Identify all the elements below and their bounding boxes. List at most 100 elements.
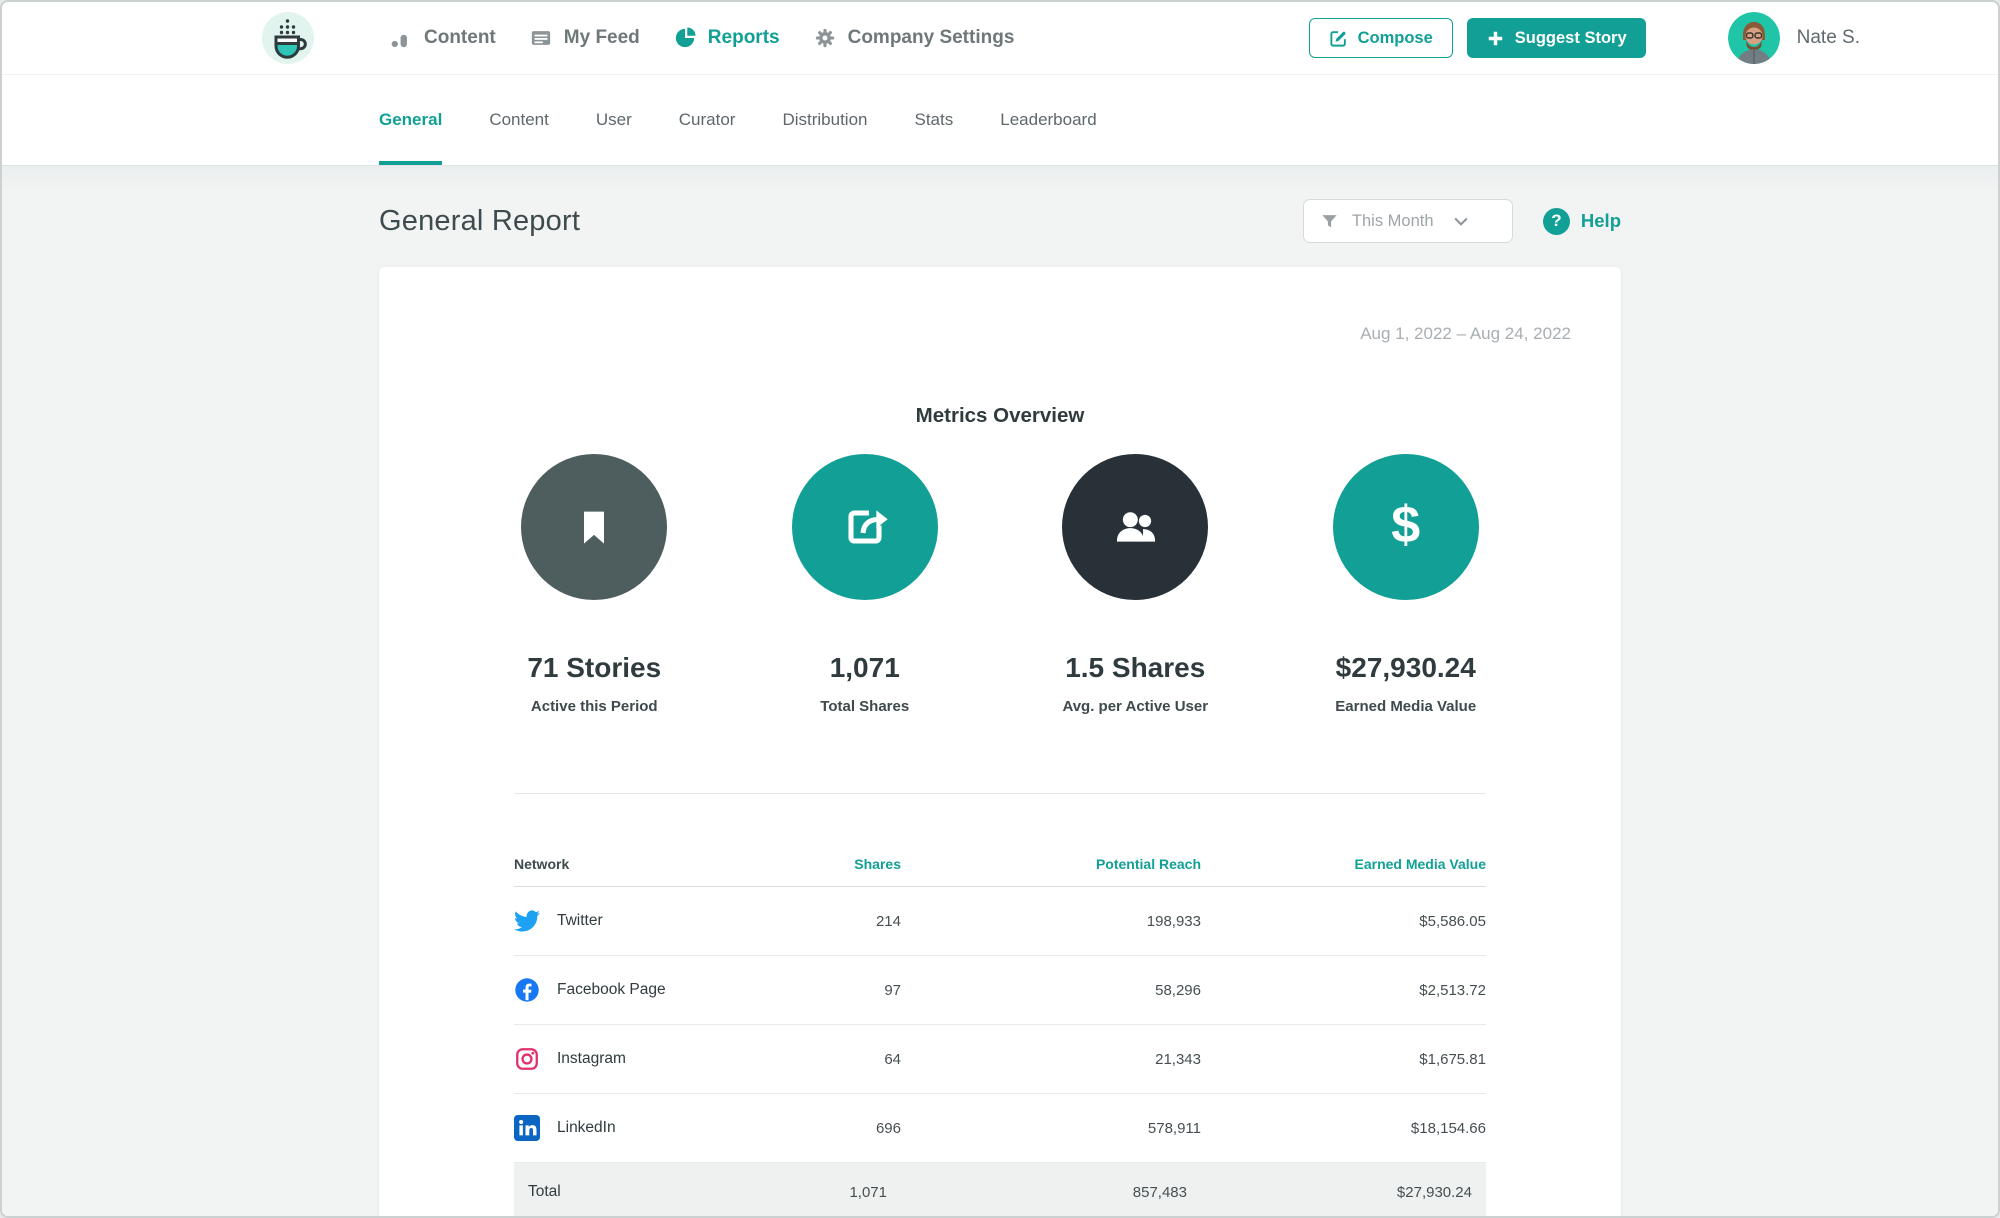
- tab-label: Distribution: [782, 110, 868, 129]
- tab-label: Curator: [678, 110, 736, 129]
- network-name: Facebook Page: [557, 981, 666, 998]
- table-total-row: Total 1,071 857,483 $27,930.24: [514, 1163, 1486, 1216]
- tab-label: General: [379, 110, 443, 129]
- general-report-card: Aug 1, 2022 – Aug 24, 2022 Metrics Overv…: [379, 267, 1621, 1216]
- table-header-row: Network Shares Potential Reach Earned Me…: [514, 842, 1486, 887]
- dollar-glyph: $: [1391, 496, 1421, 554]
- coffee-cup-logo-icon: [262, 12, 314, 64]
- compose-label: Compose: [1357, 28, 1433, 47]
- total-reach: 857,483: [1132, 1183, 1187, 1201]
- bar-chart-icon: [391, 34, 407, 48]
- gear-icon: [815, 28, 834, 48]
- metric-value: 71 Stories: [527, 652, 662, 683]
- suggest-story-button[interactable]: Suggest Story: [1466, 18, 1646, 58]
- nav-item-content[interactable]: Content: [390, 27, 496, 49]
- report-page: General Report This Month ? Help Aug 1, …: [2, 166, 1998, 1216]
- network-table: Network Shares Potential Reach Earned Me…: [514, 842, 1486, 1216]
- metric-value: 1,071: [829, 652, 900, 683]
- shares-value: 696: [875, 1119, 901, 1137]
- report-header: General Report This Month ? Help: [379, 199, 1621, 243]
- twitter-icon: [514, 910, 540, 932]
- question-circle-icon: ?: [1542, 207, 1570, 235]
- tab-distribution[interactable]: Distribution: [782, 75, 867, 165]
- user-avatar[interactable]: [1727, 12, 1780, 64]
- tab-leaderboard[interactable]: Leaderboard: [1000, 75, 1096, 165]
- col-network: Network: [514, 856, 570, 872]
- chevron-down-icon: [1453, 217, 1468, 226]
- network-name: LinkedIn: [557, 1119, 616, 1136]
- brand-logo[interactable]: [262, 12, 314, 64]
- nav-item-company-settings[interactable]: Company Settings: [814, 27, 1015, 49]
- table-row-instagram: Instagram 64 21,343 $1,675.81: [514, 1025, 1486, 1094]
- nav-label: Reports: [707, 27, 780, 48]
- col-shares: Shares: [854, 856, 901, 872]
- section-divider: [514, 793, 1486, 794]
- user-name[interactable]: Nate S.: [1797, 27, 1860, 49]
- nav-item-my-feed[interactable]: My Feed: [530, 27, 640, 49]
- shares-value: 97: [884, 981, 901, 999]
- tab-label: Stats: [914, 110, 954, 129]
- users-icon: [1062, 454, 1209, 600]
- instagram-icon: [516, 1048, 538, 1070]
- emv-value: $5,586.05: [1419, 912, 1486, 930]
- report-tools: This Month ? Help: [1302, 199, 1621, 243]
- network-name: Instagram: [557, 1050, 626, 1067]
- col-earned-media-value: Earned Media Value: [1354, 856, 1487, 872]
- metric-label: Active this Period: [530, 698, 658, 715]
- shares-value: 64: [884, 1050, 901, 1068]
- reach-value: 58,296: [1155, 981, 1201, 999]
- app-window: Content My Feed Reports Company Settings…: [0, 0, 2000, 1218]
- emv-value: $18,154.66: [1410, 1119, 1486, 1137]
- metric-total-shares: 1,071 Total Shares: [730, 454, 1001, 715]
- nav-label: Company Settings: [847, 27, 1015, 48]
- share-icon: [791, 454, 938, 600]
- help-label: Help: [1580, 210, 1621, 231]
- tab-curator[interactable]: Curator: [679, 75, 736, 165]
- feed-icon: [531, 31, 550, 45]
- metric-label: Avg. per Active User: [1062, 698, 1209, 715]
- top-nav: Content My Feed Reports Company Settings…: [2, 2, 1998, 75]
- tab-stats[interactable]: Stats: [915, 75, 954, 165]
- pie-chart-icon: [675, 27, 696, 48]
- date-range: Aug 1, 2022 – Aug 24, 2022: [1360, 324, 1571, 343]
- reach-value: 21,343: [1155, 1050, 1201, 1068]
- tab-user[interactable]: User: [596, 75, 632, 165]
- tab-label: Leaderboard: [1000, 110, 1097, 129]
- date-filter-dropdown[interactable]: This Month: [1302, 199, 1513, 243]
- nav-label: My Feed: [563, 27, 640, 48]
- tab-general[interactable]: General: [379, 75, 443, 165]
- suggest-story-label: Suggest Story: [1514, 28, 1627, 47]
- metric-label: Earned Media Value: [1335, 698, 1477, 715]
- linkedin-icon: [514, 1115, 540, 1141]
- compose-button[interactable]: Compose: [1308, 18, 1453, 58]
- reach-value: 578,911: [1147, 1119, 1201, 1137]
- bookmark-icon: [521, 454, 668, 600]
- metric-label: Total Shares: [820, 698, 910, 715]
- table-row-twitter: Twitter 214 198,933 $5,586.05: [514, 887, 1486, 956]
- table-row-facebook: Facebook Page 97 58,296 $2,513.72: [514, 956, 1486, 1025]
- emv-value: $1,675.81: [1419, 1050, 1486, 1068]
- avatar-image: [1727, 12, 1780, 64]
- compose-icon: [1330, 30, 1346, 47]
- dollar-icon: $: [1332, 454, 1479, 600]
- main-nav: Content My Feed Reports Company Settings: [390, 27, 1014, 49]
- metric-value: 1.5 Shares: [1065, 652, 1206, 683]
- metrics-overview-title: Metrics Overview: [915, 404, 1085, 427]
- total-shares: 1,071: [849, 1183, 887, 1201]
- network-name: Twitter: [557, 912, 603, 929]
- tab-label: User: [595, 110, 632, 129]
- reach-value: 198,933: [1146, 912, 1201, 930]
- total-emv: $27,930.24: [1396, 1183, 1472, 1201]
- total-label: Total: [528, 1183, 561, 1200]
- metrics-grid: 71 Stories Active this Period 1,071 Tota…: [459, 454, 1541, 715]
- nav-label: Content: [424, 27, 496, 48]
- help-link[interactable]: ? Help: [1542, 207, 1621, 235]
- nav-item-reports[interactable]: Reports: [674, 27, 780, 49]
- report-tabs: General Content User Curator Distributio…: [2, 75, 1998, 166]
- metric-avg-shares: 1.5 Shares Avg. per Active User: [1000, 454, 1271, 715]
- shares-value: 214: [875, 912, 901, 930]
- top-nav-actions: Compose Suggest Story Nate S.: [1308, 12, 1860, 64]
- tab-content[interactable]: Content: [489, 75, 549, 165]
- emv-value: $2,513.72: [1419, 981, 1486, 999]
- plus-icon: [1488, 31, 1502, 45]
